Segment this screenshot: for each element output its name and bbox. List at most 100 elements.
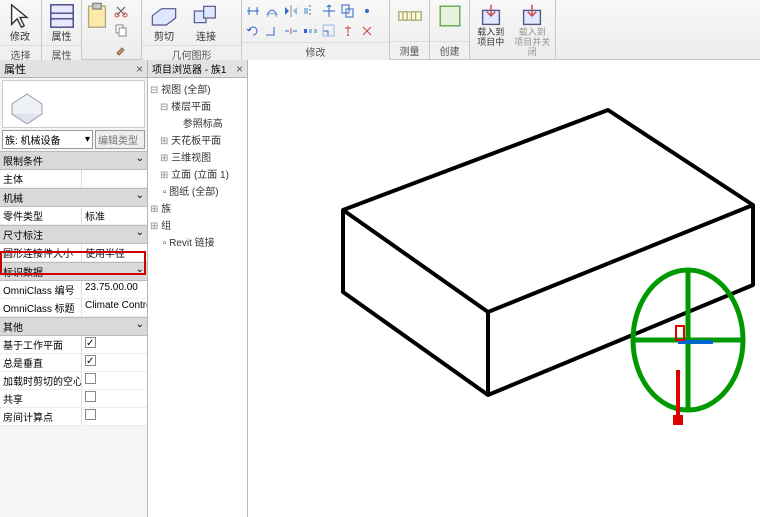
copy-button[interactable] bbox=[112, 21, 130, 39]
property-category[interactable]: 标识数据⌄ bbox=[0, 262, 147, 281]
expand-icon[interactable]: ⌄ bbox=[136, 319, 144, 334]
property-value[interactable]: Climate Control ... bbox=[82, 299, 147, 316]
viewport[interactable] bbox=[248, 60, 760, 517]
tree-branch[interactable]: ⊞ 组 bbox=[150, 216, 245, 233]
extra2-button[interactable] bbox=[358, 22, 376, 40]
properties-title: 属性 bbox=[4, 61, 26, 77]
join-geom-button[interactable]: 连接 bbox=[186, 2, 226, 43]
property-row[interactable]: 基于工作平面✓ bbox=[0, 336, 147, 354]
property-value[interactable] bbox=[82, 170, 147, 187]
expand-icon[interactable]: ⌄ bbox=[136, 264, 144, 279]
property-value[interactable]: 使用半径 bbox=[82, 244, 147, 261]
copy-icon bbox=[114, 23, 128, 37]
mirror-axis-button[interactable] bbox=[282, 2, 300, 20]
expand-icon[interactable]: ⌄ bbox=[136, 153, 144, 168]
property-row[interactable]: 主体 bbox=[0, 170, 147, 188]
cut-geom-button[interactable]: 剪切 bbox=[144, 2, 184, 43]
cut-button[interactable] bbox=[112, 2, 130, 20]
checkbox-checked-icon[interactable]: ✓ bbox=[85, 337, 96, 348]
browser-header: 项目浏览器 - 族1 × bbox=[148, 60, 247, 78]
property-row[interactable]: 总是垂直✓ bbox=[0, 354, 147, 372]
expand-icon[interactable]: ⌄ bbox=[136, 190, 144, 205]
property-value[interactable] bbox=[82, 390, 147, 407]
tree-toggle-icon[interactable]: ⊞ bbox=[160, 136, 168, 147]
tree-branch[interactable]: ⊟ 视图 (全部) bbox=[150, 80, 245, 97]
property-row[interactable]: OmniClass 标题Climate Control ... bbox=[0, 299, 147, 317]
property-key: 房间计算点 bbox=[0, 408, 82, 425]
category-label: 尺寸标注 bbox=[3, 227, 43, 242]
rotate-button[interactable] bbox=[244, 22, 262, 40]
modify-button[interactable]: 修改 bbox=[2, 2, 38, 43]
label: 载入到 项目并关闭 bbox=[514, 28, 551, 58]
load-close-button[interactable]: 载入到 项目并关闭 bbox=[512, 2, 553, 58]
tree-toggle-icon[interactable]: ⊞ bbox=[150, 204, 158, 215]
trim-button[interactable] bbox=[263, 22, 281, 40]
match-button[interactable] bbox=[112, 40, 130, 58]
property-row[interactable]: 共享 bbox=[0, 390, 147, 408]
property-category[interactable]: 限制条件⌄ bbox=[0, 151, 147, 170]
offset-button[interactable] bbox=[263, 2, 281, 20]
tree-toggle-icon[interactable]: ⊞ bbox=[160, 170, 168, 181]
type-selector[interactable]: 族: 机械设备▾ bbox=[2, 130, 93, 149]
property-value[interactable] bbox=[82, 372, 147, 389]
load-project-button[interactable]: 载入到 项目中 bbox=[472, 2, 510, 48]
property-key: 基于工作平面 bbox=[0, 336, 82, 353]
tree-branch[interactable]: ⊞ 天花板平面 bbox=[150, 131, 245, 148]
copy-elem-button[interactable] bbox=[339, 2, 357, 20]
chevron-down-icon: ▾ bbox=[85, 134, 90, 145]
extra1-button[interactable] bbox=[358, 2, 376, 20]
split-button[interactable] bbox=[282, 22, 300, 40]
property-value[interactable]: 23.75.00.00 bbox=[82, 281, 147, 298]
properties-button[interactable]: 属性 bbox=[44, 2, 79, 43]
mirror-draw-button[interactable] bbox=[301, 2, 319, 20]
property-row[interactable]: 房间计算点 bbox=[0, 408, 147, 426]
measure-button[interactable] bbox=[392, 2, 427, 28]
tree-toggle-icon[interactable]: ⊟ bbox=[160, 102, 168, 113]
tree-branch[interactable]: ⊞ 三维视图 bbox=[150, 148, 245, 165]
checkbox-checked-icon[interactable]: ✓ bbox=[85, 355, 96, 366]
dot-icon bbox=[359, 3, 375, 19]
load-close-icon bbox=[518, 4, 546, 28]
project-tree: ⊟ 视图 (全部)⊟ 楼层平面 参照标高⊞ 天花板平面⊞ 三维视图⊞ 立面 (立… bbox=[148, 78, 247, 252]
checkbox-icon[interactable] bbox=[85, 373, 96, 384]
tree-toggle-icon[interactable]: ⊞ bbox=[150, 221, 158, 232]
property-category[interactable]: 机械⌄ bbox=[0, 188, 147, 207]
close-icon[interactable]: × bbox=[236, 62, 243, 76]
property-row[interactable]: 零件类型标准 bbox=[0, 207, 147, 225]
tree-toggle-icon[interactable]: ⊞ bbox=[160, 153, 168, 164]
paste-button[interactable] bbox=[84, 2, 110, 28]
cut-geom-label: 剪切 bbox=[154, 28, 174, 43]
scale-icon bbox=[321, 23, 337, 39]
property-value[interactable]: ✓ bbox=[82, 336, 147, 353]
tree-branch[interactable]: ⊞ 族 bbox=[150, 199, 245, 216]
property-key: OmniClass 标题 bbox=[0, 299, 82, 316]
property-row[interactable]: 加载时剪切的空心 bbox=[0, 372, 147, 390]
tree-toggle-icon[interactable]: ⊟ bbox=[150, 85, 158, 96]
tree-branch[interactable]: ⊟ 楼层平面 bbox=[150, 97, 245, 114]
property-row[interactable]: 圆形连接件大小使用半径 bbox=[0, 244, 147, 262]
property-value[interactable]: 标准 bbox=[82, 207, 147, 224]
tree-label: 族 bbox=[161, 204, 171, 215]
property-category[interactable]: 其他⌄ bbox=[0, 317, 147, 336]
property-category[interactable]: 尺寸标注 ⌄ bbox=[0, 225, 147, 244]
align-button[interactable] bbox=[244, 2, 262, 20]
edit-type-button[interactable]: 编辑类型 bbox=[95, 130, 145, 149]
tree-branch[interactable]: ⊞ 立面 (立面 1) bbox=[150, 165, 245, 182]
property-value[interactable]: ✓ bbox=[82, 354, 147, 371]
checkbox-icon[interactable] bbox=[85, 409, 96, 420]
checkbox-icon[interactable] bbox=[85, 391, 96, 402]
property-key: 圆形连接件大小 bbox=[0, 244, 82, 261]
property-row[interactable]: OmniClass 编号23.75.00.00 bbox=[0, 281, 147, 299]
cursor-icon bbox=[6, 4, 34, 28]
create-button[interactable] bbox=[432, 2, 467, 28]
move-button[interactable] bbox=[320, 2, 338, 20]
tree-leaf[interactable]: ▫ 图纸 (全部) bbox=[150, 182, 245, 199]
tree-leaf[interactable]: ▫ Revit 链接 bbox=[150, 233, 245, 250]
close-icon[interactable]: × bbox=[136, 62, 143, 76]
array-button[interactable] bbox=[301, 22, 319, 40]
pin-button[interactable] bbox=[339, 22, 357, 40]
tree-leaf[interactable]: 参照标高 bbox=[150, 114, 245, 131]
property-value[interactable] bbox=[82, 408, 147, 425]
expand-icon[interactable]: ⌄ bbox=[136, 227, 144, 242]
scale-button[interactable] bbox=[320, 22, 338, 40]
